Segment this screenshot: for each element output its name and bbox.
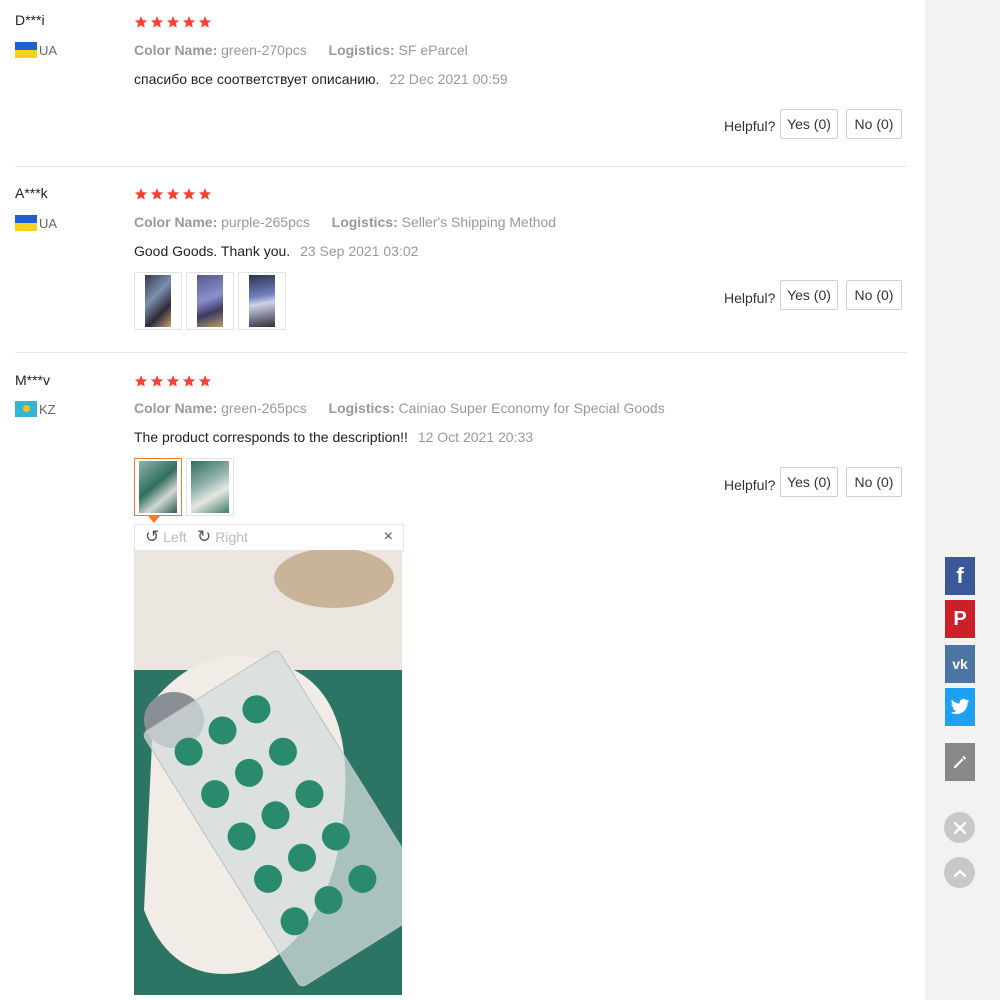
- pinterest-icon[interactable]: P: [945, 600, 975, 638]
- review-photo-large: [134, 550, 402, 995]
- star-icon: [166, 188, 180, 200]
- order-info: Color Name: green-270pcs Logistics: SF e…: [134, 42, 468, 58]
- review-text: Good Goods. Thank you.: [134, 243, 291, 259]
- review-photo-thumbnail[interactable]: [238, 272, 286, 330]
- star-icon: [150, 16, 164, 28]
- reviewer-country: UA: [15, 215, 57, 231]
- star-icon: [198, 375, 212, 387]
- divider: [15, 352, 907, 353]
- color-name-label: Color Name:: [134, 42, 218, 58]
- logistics-value: SF eParcel: [398, 42, 468, 58]
- star-icon: [150, 375, 164, 387]
- star-icon: [166, 375, 180, 387]
- logistics-value: Seller's Shipping Method: [401, 214, 557, 230]
- selected-photo-caret: [148, 516, 160, 523]
- star-icon: [182, 16, 196, 28]
- edit-icon[interactable]: [945, 743, 975, 781]
- star-icon: [134, 188, 148, 200]
- logistics-label: Logistics:: [331, 214, 398, 230]
- photo-viewer-toolbar: ↺ Left ↻ Right ×: [134, 524, 404, 552]
- review-photo-thumbnail[interactable]: [186, 458, 234, 516]
- review-photo-thumbnail[interactable]: [134, 272, 182, 330]
- star-icon: [134, 375, 148, 387]
- review-feedback: The product corresponds to the descripti…: [134, 429, 533, 445]
- rotate-right-label: Right: [215, 529, 248, 545]
- logistics-value: Cainiao Super Economy for Special Goods: [398, 400, 665, 416]
- color-name-value: green-265pcs: [221, 400, 307, 416]
- logistics-label: Logistics:: [328, 400, 395, 416]
- ukraine-flag-icon: [15, 42, 37, 58]
- review-photo-thumbnail[interactable]: [186, 272, 234, 330]
- helpful-yes-button[interactable]: Yes (0): [780, 280, 838, 310]
- order-info: Color Name: green-265pcs Logistics: Cain…: [134, 400, 665, 416]
- star-icon: [134, 16, 148, 28]
- star-icon: [198, 16, 212, 28]
- helpful-yes-button[interactable]: Yes (0): [780, 109, 838, 139]
- review-date: 12 Oct 2021 20:33: [417, 429, 534, 445]
- star-icon: [198, 188, 212, 200]
- helpful-label: Helpful?: [724, 118, 776, 134]
- rotate-left-icon: ↺: [145, 527, 160, 546]
- helpful-no-button[interactable]: No (0): [846, 467, 902, 497]
- rotate-left-label: Left: [163, 529, 187, 545]
- helpful-no-button[interactable]: No (0): [846, 280, 902, 310]
- rating-stars: [134, 374, 212, 388]
- facebook-icon[interactable]: f: [945, 557, 975, 595]
- scroll-to-top-icon[interactable]: [944, 857, 975, 888]
- helpful-label: Helpful?: [724, 477, 776, 493]
- reviewer-name: M***v: [15, 372, 51, 388]
- rotate-left-button[interactable]: ↺ Left: [145, 527, 187, 546]
- review-feedback: спасибо все соответствует описанию. 22 D…: [134, 71, 508, 87]
- color-name-value: purple-265pcs: [221, 214, 310, 230]
- review-feedback: Good Goods. Thank you. 23 Sep 2021 03:02: [134, 243, 418, 259]
- logistics-label: Logistics:: [328, 42, 395, 58]
- reviewer-name: A***k: [15, 185, 48, 201]
- right-rail: [925, 0, 1000, 1000]
- rating-stars: [134, 187, 212, 201]
- helpful-yes-button[interactable]: Yes (0): [780, 467, 838, 497]
- review-text: The product corresponds to the descripti…: [134, 429, 408, 445]
- helpful-label: Helpful?: [724, 290, 776, 306]
- reviewer-country: KZ: [15, 401, 56, 417]
- review-photo-thumbnail-selected[interactable]: [134, 458, 182, 516]
- color-name-label: Color Name:: [134, 214, 218, 230]
- star-icon: [182, 375, 196, 387]
- viewer-close-icon[interactable]: ×: [384, 528, 393, 546]
- color-name-label: Color Name:: [134, 400, 218, 416]
- divider: [15, 166, 907, 167]
- star-icon: [166, 16, 180, 28]
- rotate-right-icon: ↻: [197, 527, 212, 546]
- reviewer-name: D***i: [15, 12, 45, 28]
- helpful-no-button[interactable]: No (0): [846, 109, 902, 139]
- country-code: UA: [39, 42, 58, 58]
- star-icon: [150, 188, 164, 200]
- close-icon[interactable]: [944, 812, 975, 843]
- reviewer-country: UA: [15, 42, 57, 58]
- color-name-value: green-270pcs: [221, 42, 307, 58]
- ukraine-flag-icon: [15, 215, 37, 231]
- review-date: 23 Sep 2021 03:02: [300, 243, 419, 259]
- review-text: спасибо все соответствует описанию.: [134, 71, 380, 87]
- review-date: 22 Dec 2021 00:59: [389, 71, 508, 87]
- vk-icon[interactable]: vk: [945, 645, 975, 683]
- country-code: UA: [39, 215, 58, 231]
- star-icon: [182, 188, 196, 200]
- kazakhstan-flag-icon: [15, 401, 37, 417]
- twitter-icon[interactable]: [945, 688, 975, 726]
- country-code: KZ: [39, 401, 56, 417]
- order-info: Color Name: purple-265pcs Logistics: Sel…: [134, 214, 556, 230]
- rating-stars: [134, 15, 212, 29]
- rotate-right-button[interactable]: ↻ Right: [197, 527, 248, 546]
